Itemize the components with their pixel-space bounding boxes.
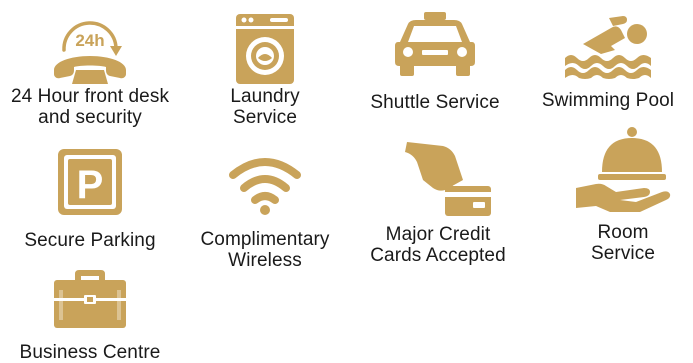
amenity-label: Shuttle Service xyxy=(370,92,499,113)
amenity-label: Business Centre xyxy=(20,342,161,363)
label-line-2: Cards Accepted xyxy=(370,245,506,266)
label-line-1: Room xyxy=(597,222,649,243)
label-line-1: Swimming Pool xyxy=(541,90,675,111)
amenity-label: Complimentary Wireless xyxy=(200,229,329,271)
label-line-2: and security xyxy=(38,107,142,128)
label-line-2: Service xyxy=(232,107,298,128)
label-line-1: Major Credit xyxy=(385,224,491,245)
parking-icon: P xyxy=(58,149,122,215)
amenity-credit-cards: Major Credit Cards Accepted xyxy=(358,140,518,266)
label-line-1: 24 Hour front desk xyxy=(10,86,170,107)
amenity-label: Laundry Service xyxy=(230,86,299,128)
credit-card-hand-icon xyxy=(405,142,491,216)
amenity-label: Major Credit Cards Accepted xyxy=(370,224,506,266)
amenity-parking: P Secure Parking xyxy=(20,148,160,251)
amenity-laundry: Laundry Service xyxy=(205,12,325,128)
swimmer-icon xyxy=(565,16,651,79)
amenity-pool: Swimming Pool xyxy=(533,14,683,111)
label-line-2: Service xyxy=(590,243,656,264)
washing-machine-icon xyxy=(236,14,294,84)
amenity-wifi: Complimentary Wireless xyxy=(190,155,340,271)
amenity-business-centre: Business Centre xyxy=(15,268,165,363)
phone-24h-icon: 24h xyxy=(54,21,126,84)
label-line-1: Business Centre xyxy=(19,342,161,363)
amenity-label: Swimming Pool xyxy=(542,90,674,111)
wifi-icon xyxy=(229,158,301,215)
label-line-1: Laundry xyxy=(230,86,300,107)
clock-24h-text: 24h xyxy=(75,31,104,50)
amenity-label: 24 Hour front desk and security xyxy=(11,86,169,128)
label-line-1: Complimentary xyxy=(200,229,330,250)
amenity-front-desk: 24h 24 Hour front desk and security xyxy=(0,10,180,128)
parking-letter: P xyxy=(77,163,104,207)
room-service-cloche-icon xyxy=(576,127,671,212)
amenity-label: Room Service xyxy=(591,222,655,264)
amenity-label: Secure Parking xyxy=(24,230,155,251)
label-line-1: Secure Parking xyxy=(24,230,156,251)
amenity-shuttle: Shuttle Service xyxy=(360,12,510,113)
taxi-icon xyxy=(395,12,475,76)
label-line-1: Shuttle Service xyxy=(370,92,500,113)
label-line-2: Wireless xyxy=(228,250,302,271)
amenities-grid: { "colors": { "icon_gold": "#c9a35a", "t… xyxy=(0,0,693,363)
briefcase-icon xyxy=(54,270,126,328)
amenity-room-service: Room Service xyxy=(560,126,686,264)
